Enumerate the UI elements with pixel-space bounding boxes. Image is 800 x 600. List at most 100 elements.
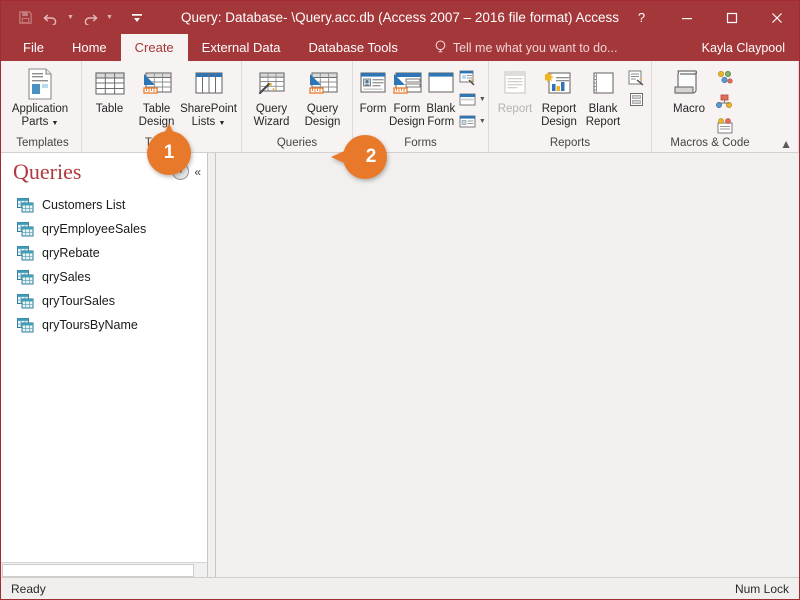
labels-button[interactable] [625,89,647,110]
lightbulb-icon [434,40,447,55]
navigation-pane-title: Queries [13,159,81,185]
ribbon-group-macros-code: Macro [652,61,799,152]
tab-external-data[interactable]: External Data [188,34,295,61]
nav-item-qrytoursales[interactable]: qryTourSales [1,289,207,313]
tab-database-tools[interactable]: Database Tools [294,34,411,61]
class-module-button[interactable] [714,91,736,112]
navigation-pane-splitter[interactable] [208,153,216,577]
undo-dropdown-icon[interactable]: ▼ [65,6,76,30]
table-icon [94,68,126,100]
form-wizard-button[interactable] [457,67,488,88]
nav-item-customers-list[interactable]: Customers List [1,193,207,217]
blank-form-button[interactable]: Blank Form [425,65,457,128]
macro-icon [673,68,705,100]
form-label: Form [360,103,387,116]
query-object-icon [17,318,34,333]
collapse-navigation-pane-icon[interactable]: « [194,166,201,178]
nav-item-qrytoursbyname[interactable]: qryToursByName [1,313,207,337]
report-icon [499,68,531,100]
tab-file[interactable]: File [9,34,58,61]
blank-form-icon [425,68,457,100]
nav-item-qryrebate[interactable]: qryRebate [1,241,207,265]
form-design-icon [391,68,423,100]
callout-badge-2: 2 [331,135,387,179]
form-design-button[interactable]: Form Design [389,65,425,128]
tell-me-search[interactable]: Tell me what you want to do... [434,34,618,61]
collapse-ribbon-icon[interactable]: ▲ [780,138,792,150]
quick-access-toolbar: ▼ ▼ [1,1,149,34]
nav-item-qrysales[interactable]: qrySales [1,265,207,289]
help-icon[interactable]: ? [619,1,664,34]
redo-dropdown-icon[interactable]: ▼ [104,6,115,30]
chevron-down-icon[interactable]: ▼ [479,96,486,103]
macro-label: Macro [673,103,705,116]
more-forms-button[interactable]: ▼ [457,111,488,132]
query-wizard-label-2: Wizard [254,116,290,129]
application-parts-label-2: Parts ▼ [22,116,59,129]
visual-basic-icon [716,117,734,135]
chevron-down-icon[interactable]: ▼ [479,118,486,125]
report-wizard-icon [627,69,645,87]
ribbon-tab-strip: File Home Create External Data Database … [1,34,799,61]
callout-2-number: 2 [349,146,393,168]
query-design-label-1: Query [307,103,338,116]
ribbon-group-reports: Report Report Design Blank Report [489,61,652,152]
report-design-button[interactable]: Report Design [537,65,581,128]
nav-item-label: qryToursByName [42,318,138,332]
chevron-down-icon: ▼ [52,120,59,127]
report-design-label-2: Design [541,116,577,129]
blank-report-icon [587,68,619,100]
visual-basic-button[interactable] [714,115,736,136]
report-label: Report [498,103,533,116]
table-design-button[interactable]: Table Design [133,65,180,128]
navigation-button[interactable]: ▼ [457,89,488,110]
class-module-icon [716,93,734,111]
minimize-icon[interactable] [664,1,709,34]
sharepoint-lists-icon [193,68,225,100]
navigation-pane: Queries ▼ « Customers List qry [1,153,208,577]
query-design-icon [307,68,339,100]
table-label: Table [96,103,124,116]
module-icon [716,69,734,87]
undo-icon[interactable] [39,6,63,30]
account-name[interactable]: Kayla Claypool [702,34,785,61]
more-forms-icon [459,113,477,131]
nav-item-label: qrySales [42,270,91,284]
save-icon[interactable] [13,6,37,30]
tab-home[interactable]: Home [58,34,121,61]
blank-report-label-2: Report [586,116,621,129]
forms-small-buttons: ▼ ▼ [457,65,488,132]
redo-icon[interactable] [78,6,102,30]
blank-form-label-2: Form [427,116,454,129]
navigation-pane-horizontal-scrollbar[interactable] [1,562,207,577]
sharepoint-lists-label-2: Lists ▼ [192,116,226,129]
report-wizard-button[interactable] [625,67,647,88]
nav-item-label: Customers List [42,198,125,212]
status-text: Ready [11,582,46,596]
nav-item-label: qryTourSales [42,294,115,308]
nav-item-label: qryRebate [42,246,100,260]
form-button[interactable]: Form [357,65,389,116]
tab-create[interactable]: Create [121,34,188,61]
tell-me-placeholder: Tell me what you want to do... [453,41,618,55]
ribbon-group-label-reports: Reports [489,137,651,152]
query-wizard-button[interactable]: Query Wizard [246,65,297,128]
sharepoint-lists-button[interactable]: SharePoint Lists ▼ [180,65,237,128]
query-object-icon [17,222,34,237]
scrollbar-thumb[interactable] [2,564,194,577]
callout-1-number: 1 [147,142,191,164]
sharepoint-lists-label-1: SharePoint [180,103,237,116]
table-button[interactable]: Table [86,65,133,116]
customize-quick-access-icon[interactable] [125,6,149,30]
maximize-icon[interactable] [709,1,754,34]
module-button[interactable] [714,67,736,88]
close-icon[interactable] [754,1,799,34]
query-wizard-label-1: Query [256,103,287,116]
macro-button[interactable]: Macro [664,65,714,116]
report-button[interactable]: Report [493,65,537,116]
application-parts-icon [24,68,56,100]
nav-item-qryemployeesales[interactable]: qryEmployeeSales [1,217,207,241]
application-parts-button[interactable]: Application Parts ▼ [8,65,72,128]
blank-report-button[interactable]: Blank Report [581,65,625,128]
query-design-button[interactable]: Query Design [297,65,348,128]
